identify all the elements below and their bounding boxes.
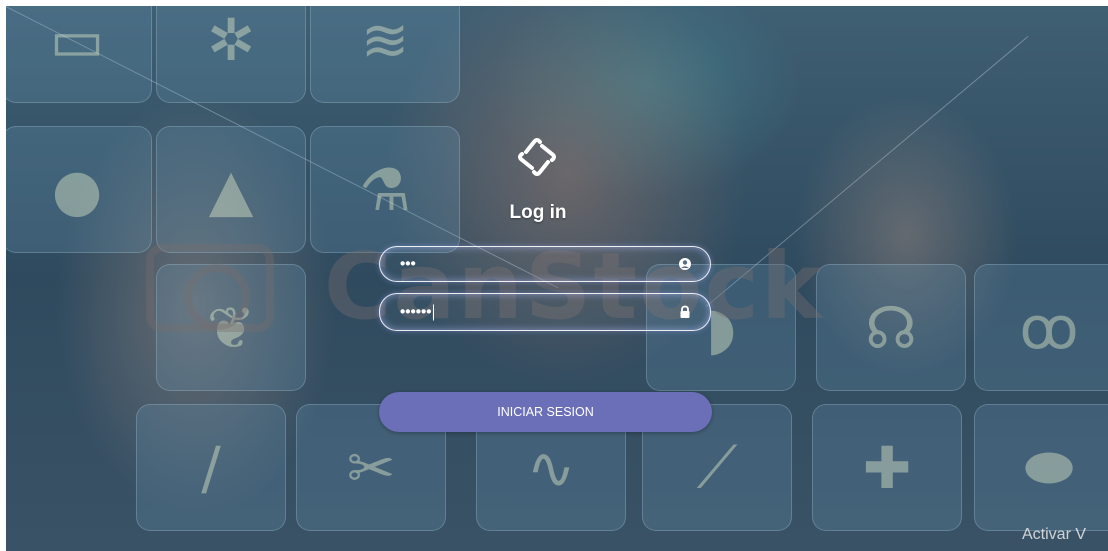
- user-circle-icon: [679, 258, 691, 270]
- username-field[interactable]: •••: [379, 246, 711, 282]
- login-button[interactable]: INICIAR SESION: [379, 392, 712, 432]
- brand-logo-icon: [518, 138, 556, 176]
- username-value: •••: [400, 255, 416, 273]
- password-value: ••••••: [400, 303, 434, 321]
- lock-icon: [680, 305, 690, 318]
- page-title: Log in: [509, 202, 567, 223]
- windows-activation-notice: Activar V: [1022, 526, 1087, 543]
- password-field[interactable]: ••••••: [379, 293, 711, 331]
- login-form: Log in ••• •••••• INICIAR SESION Activar…: [0, 0, 1108, 551]
- text-caret: [432, 304, 434, 321]
